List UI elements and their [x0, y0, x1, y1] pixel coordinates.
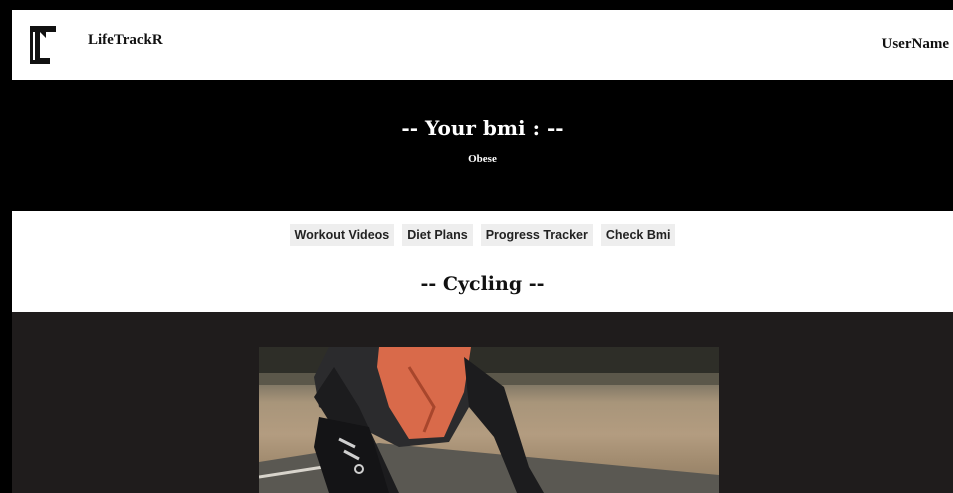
top-header: LifeTrackR UserName [12, 10, 953, 80]
app-window: LifeTrackR UserName -- Your bmi : -- Obe… [0, 0, 953, 493]
nav-check-bmi[interactable]: Check Bmi [600, 224, 676, 246]
nav-diet-plans[interactable]: Diet Plans [402, 224, 473, 246]
bmi-banner: -- Your bmi : -- Obese [12, 80, 953, 211]
section-title: -- Cycling -- [420, 273, 545, 295]
lt-logo-icon[interactable] [30, 26, 56, 64]
nav-bar: Workout Videos Diet Plans Progress Track… [12, 224, 953, 246]
cyclist-illustration [259, 347, 719, 493]
nav-workout-videos[interactable]: Workout Videos [289, 224, 395, 246]
workout-content [12, 312, 953, 493]
cycling-photo [259, 347, 719, 493]
nav-progress-tracker[interactable]: Progress Tracker [480, 224, 593, 246]
nav-section: Workout Videos Diet Plans Progress Track… [12, 211, 953, 312]
brand-name[interactable]: LifeTrackR [88, 32, 163, 49]
username-label[interactable]: UserName [882, 36, 949, 53]
bmi-title: -- Your bmi : -- [401, 116, 564, 140]
bmi-status: Obese [468, 153, 497, 165]
